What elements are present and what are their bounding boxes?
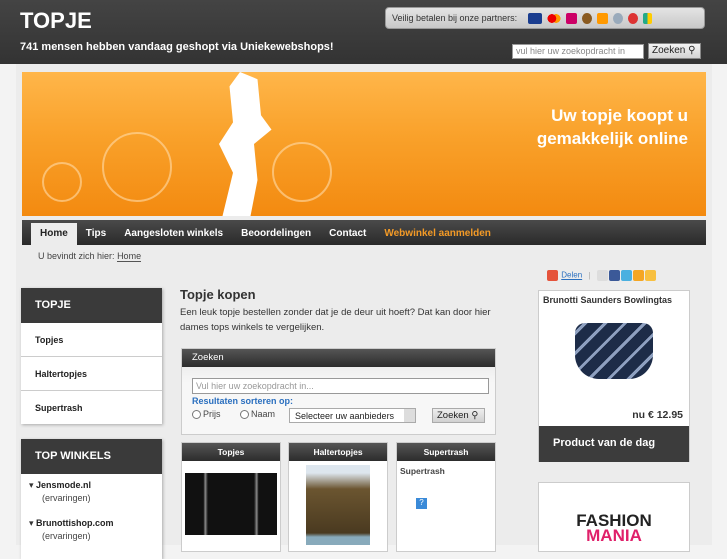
bag-image[interactable] — [575, 323, 653, 379]
nav-beoordelingen[interactable]: Beoordelingen — [232, 220, 320, 245]
breadcrumb: U bevindt zich hier: Home — [38, 251, 142, 262]
banner-text: Uw topje koopt u gemakkelijk online — [537, 104, 688, 150]
search-input[interactable]: Vul hier uw zoekopdracht in... — [192, 378, 489, 394]
radio-label: Prijs — [203, 409, 221, 419]
plus-icon[interactable] — [547, 270, 558, 281]
card-text: Supertrash — [400, 466, 445, 476]
sidebar-item-supertrash[interactable]: Supertrash — [21, 391, 162, 425]
card-title: Supertrash — [397, 443, 495, 461]
shop-item: ▾ Brunottishop.com (ervaringen) — [21, 512, 162, 550]
partners-label: Veilig betalen bij onze partners: — [392, 13, 518, 23]
header-search-button[interactable]: Zoeken ⚲ — [648, 43, 701, 59]
ad-logo-line: MANIA — [586, 526, 642, 545]
category-card-haltertopjes[interactable]: Haltertopjes — [288, 442, 388, 552]
halter-top-image[interactable] — [306, 465, 370, 545]
jacket-image[interactable] — [185, 473, 277, 535]
hyves-icon[interactable] — [632, 270, 644, 281]
search-button-label: Zoeken — [437, 410, 469, 421]
sort-name-radio[interactable]: Naam — [240, 409, 276, 420]
search-box: Zoeken Vul hier uw zoekopdracht in... Re… — [181, 348, 496, 435]
search-box-title: Zoeken — [182, 349, 495, 367]
search-icon: ⚲ — [471, 410, 479, 421]
visa-icon — [527, 13, 542, 25]
swirl-decoration — [272, 142, 332, 202]
star-bank-icon — [612, 13, 623, 25]
shop-link[interactable]: Jensmode.nl — [36, 480, 91, 490]
top-winkels-title: TOP WINKELS — [21, 439, 162, 474]
banner: Uw topje koopt u gemakkelijk online — [22, 72, 706, 216]
category-card-supertrash[interactable]: Supertrash Supertrash ? — [396, 442, 496, 552]
tagline: 741 mensen hebben vandaag geshopt via Un… — [20, 41, 334, 53]
nav-aangesloten-winkels[interactable]: Aangesloten winkels — [115, 220, 232, 245]
abn-icon — [642, 13, 652, 25]
sidebar-category-box: TOPJE Topjes Haltertopjes Supertrash — [21, 288, 162, 424]
shop-reviews-link[interactable]: (ervaringen) — [42, 493, 162, 503]
missing-image-icon: ? — [416, 498, 427, 509]
lion-icon — [596, 13, 608, 25]
shop-reviews-link[interactable]: (ervaringen) — [42, 531, 162, 541]
share-link[interactable]: Delen — [561, 271, 582, 280]
card-title: Haltertopjes — [289, 443, 387, 461]
nav-webwinkel-aanmelden[interactable]: Webwinkel aanmelden — [375, 220, 500, 245]
breadcrumb-home-link[interactable]: Home — [117, 251, 142, 262]
sidebar-item-topjes[interactable]: Topjes — [21, 323, 162, 357]
shop-item: ▾ Jensmode.nl (ervaringen) — [21, 474, 162, 512]
search-icon: ⚲ — [688, 45, 696, 56]
banner-line: gemakkelijk online — [536, 129, 688, 148]
product-price: nu € 12.95 — [632, 409, 683, 421]
woman-silhouette — [219, 72, 272, 216]
page-title: Topje kopen — [180, 287, 256, 302]
mail-icon[interactable] — [596, 270, 608, 281]
main-nav: Home Tips Aangesloten winkels Beoordelin… — [22, 220, 706, 248]
shop-link[interactable]: Brunottishop.com — [36, 518, 114, 528]
top-winkels-box: TOP WINKELS ▾ Jensmode.nl (ervaringen) ▾ … — [21, 439, 162, 559]
bank-icon — [581, 13, 592, 25]
search-button[interactable]: Zoeken ⚲ — [432, 408, 485, 423]
product-of-the-day[interactable]: Brunotti Saunders Bowlingtas nu € 12.95 … — [538, 290, 690, 462]
sort-label: Resultaten sorteren op: — [192, 396, 294, 406]
product-name[interactable]: Brunotti Saunders Bowlingtas — [543, 295, 672, 305]
share-bar: Delen | — [547, 270, 657, 281]
radio-label: Naam — [251, 409, 276, 419]
card-title: Topjes — [182, 443, 280, 461]
breadcrumb-label: U bevindt zich hier: — [38, 251, 115, 261]
sort-price-radio[interactable]: Prijs — [192, 409, 221, 420]
nav-home[interactable]: Home — [31, 223, 77, 248]
mastercard-icon — [546, 13, 561, 25]
banner-line: Uw topje koopt u — [551, 106, 688, 125]
category-card-topjes[interactable]: Topjes — [181, 442, 281, 552]
favorite-star-icon[interactable] — [644, 270, 656, 281]
twitter-icon[interactable] — [620, 270, 632, 281]
sidebar-title: TOPJE — [21, 288, 162, 323]
intro-text: Een leuk topje bestellen zonder dat je d… — [180, 307, 491, 333]
fashion-mania-ad[interactable]: FASHION MANIA — [538, 482, 690, 552]
header-search-input[interactable]: vul hier uw zoekopdracht in — [512, 44, 644, 59]
sidebar-item-haltertopjes[interactable]: Haltertopjes — [21, 357, 162, 391]
swirl-decoration — [102, 132, 172, 202]
nav-contact[interactable]: Contact — [320, 220, 375, 245]
swirl-decoration — [42, 162, 82, 202]
facebook-icon[interactable] — [608, 270, 620, 281]
nav-tips[interactable]: Tips — [77, 220, 115, 245]
ideal-icon — [565, 13, 577, 25]
search-button-label: Zoeken — [652, 45, 686, 56]
payment-partners: Veilig betalen bij onze partners: — [385, 7, 705, 29]
flower-icon — [627, 13, 638, 25]
site-logo[interactable]: TOPJE — [20, 8, 92, 34]
provider-select[interactable]: Selecteer uw aanbieders — [289, 408, 416, 423]
product-of-day-label: Product van de dag — [539, 426, 689, 462]
